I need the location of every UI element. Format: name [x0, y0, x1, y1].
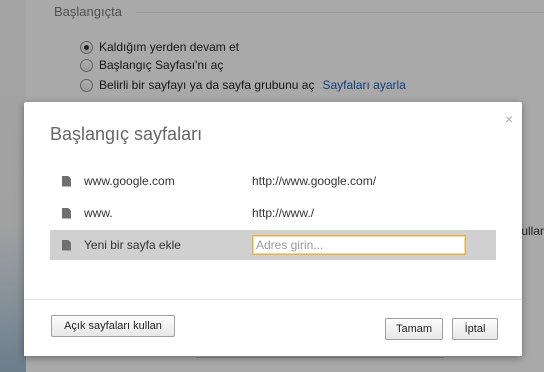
dialog-footer: Açık sayfaları kullan Tamam İptal: [24, 299, 522, 356]
dialog-title: Başlangıç sayfaları: [50, 124, 203, 144]
page-title: www.google.com: [84, 174, 175, 188]
cancel-button[interactable]: İptal: [452, 318, 498, 340]
startup-page-row[interactable]: www. http://www./: [50, 198, 496, 228]
use-open-pages-button[interactable]: Açık sayfaları kullan: [51, 315, 175, 337]
add-new-page-row[interactable]: Yeni bir sayfa ekle: [50, 230, 496, 260]
page-icon: [62, 239, 71, 251]
page-url: http://www.google.com/: [252, 174, 377, 188]
page-url: http://www./: [252, 206, 315, 220]
page-icon: [62, 207, 71, 219]
page-icon: [62, 175, 71, 187]
startup-pages-dialog: Başlangıç sayfaları × www.google.com htt…: [24, 102, 522, 356]
address-input[interactable]: [252, 235, 466, 255]
page-title: www.: [84, 206, 113, 220]
startup-page-row[interactable]: www.google.com http://www.google.com/: [50, 166, 496, 196]
add-page-label: Yeni bir sayfa ekle: [84, 238, 181, 252]
ok-button[interactable]: Tamam: [385, 318, 443, 340]
close-icon[interactable]: ×: [505, 111, 513, 127]
